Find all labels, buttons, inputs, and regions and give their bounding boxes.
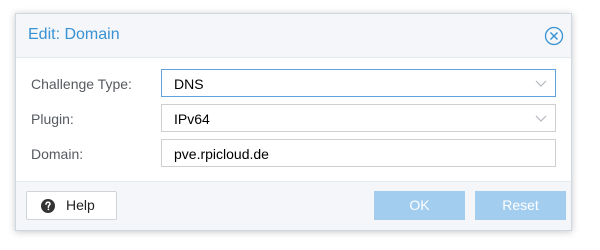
domain-input[interactable]: pve.rpicloud.de [161, 139, 556, 167]
domain-form: Challenge Type: DNS Plugin: IPv64 Domain… [16, 58, 571, 183]
ok-button[interactable]: OK [374, 191, 465, 220]
challenge-type-row: Challenge Type: DNS [16, 68, 571, 100]
reset-button[interactable]: Reset [475, 191, 566, 220]
challenge-type-label: Challenge Type: [31, 76, 132, 92]
domain-value: pve.rpicloud.de [174, 146, 269, 162]
domain-row: Domain: pve.rpicloud.de [16, 138, 571, 170]
dialog-footer: Help OK Reset [16, 181, 571, 230]
dialog-header: Edit: Domain [16, 14, 571, 58]
chevron-down-icon[interactable] [535, 113, 547, 123]
help-label: Help [66, 197, 95, 213]
help-button[interactable]: Help [26, 191, 117, 220]
domain-label: Domain: [31, 146, 84, 162]
challenge-type-select[interactable]: DNS [161, 69, 556, 97]
plugin-label: Plugin: [31, 111, 74, 127]
plugin-row: Plugin: IPv64 [16, 103, 571, 135]
plugin-select[interactable]: IPv64 [161, 104, 556, 132]
dialog-title: Edit: Domain [28, 26, 120, 43]
plugin-value: IPv64 [174, 111, 210, 127]
question-circle-icon [41, 199, 55, 213]
challenge-type-value: DNS [174, 76, 204, 92]
edit-domain-dialog: Edit: Domain Challenge Type: DNS Plugin:… [15, 13, 572, 231]
close-icon[interactable] [544, 26, 564, 46]
chevron-down-icon[interactable] [535, 78, 547, 88]
